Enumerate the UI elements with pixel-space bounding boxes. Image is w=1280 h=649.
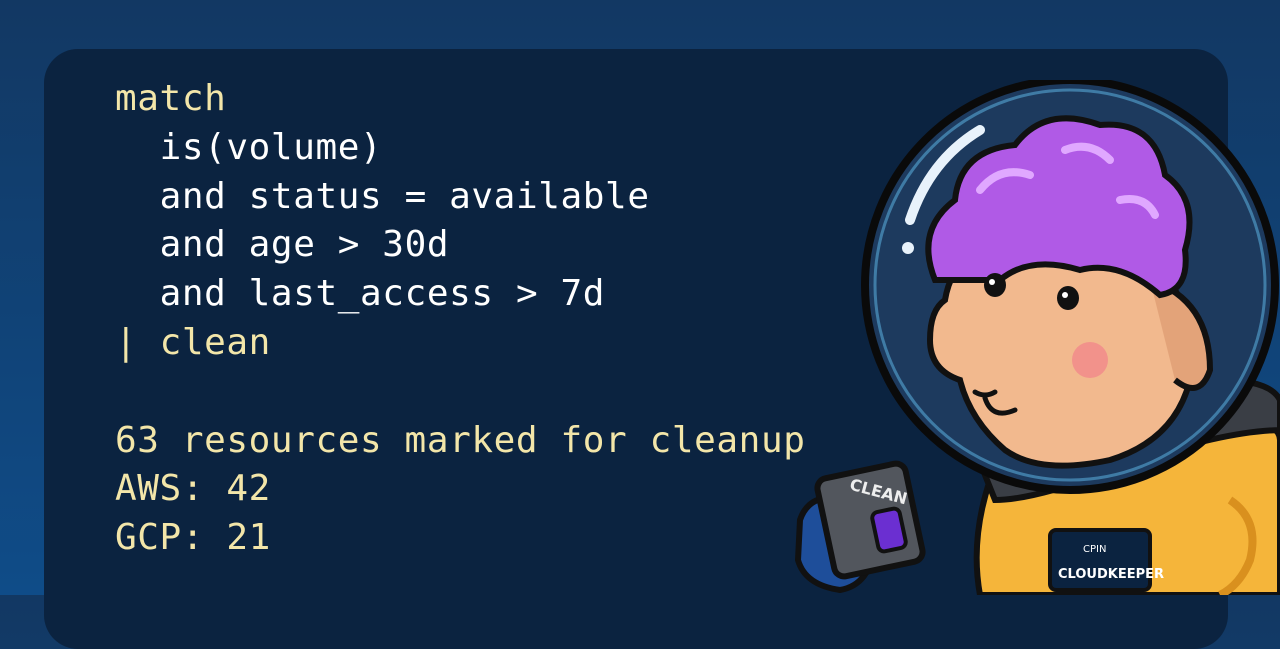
query-line-5-text: and last_access > 7d bbox=[159, 273, 606, 315]
result-aws: AWS: 42 bbox=[115, 468, 271, 510]
query-pipe-line: | clean bbox=[115, 319, 806, 368]
pipe-symbol: | bbox=[115, 321, 138, 363]
badge-main-text: CLOUDKEEPER bbox=[1058, 567, 1164, 582]
result-gcp: GCP: 21 bbox=[115, 517, 271, 559]
query-line-5: and last_access > 7d bbox=[115, 270, 806, 319]
query-line-1: match bbox=[115, 78, 227, 119]
query-line-4-text: and age > 30d bbox=[159, 224, 450, 266]
query-line-2: is(volume) bbox=[115, 124, 806, 173]
query-line-3-text: and status = available bbox=[159, 175, 650, 217]
pipe-command: clean bbox=[159, 321, 271, 363]
result-summary: 63 resources marked for cleanup bbox=[115, 419, 806, 461]
badge-small-text: CPIN bbox=[1083, 544, 1106, 555]
query-line-2-text: is(volume) bbox=[159, 126, 383, 168]
query-code-block: match is(volume) and status = available … bbox=[115, 75, 806, 563]
astronaut-sheep-mascot-icon: CLEAN CPIN CLOUDKEEPER bbox=[794, 80, 1280, 595]
query-line-3: and status = available bbox=[115, 173, 806, 222]
query-line-4: and age > 30d bbox=[115, 221, 806, 270]
